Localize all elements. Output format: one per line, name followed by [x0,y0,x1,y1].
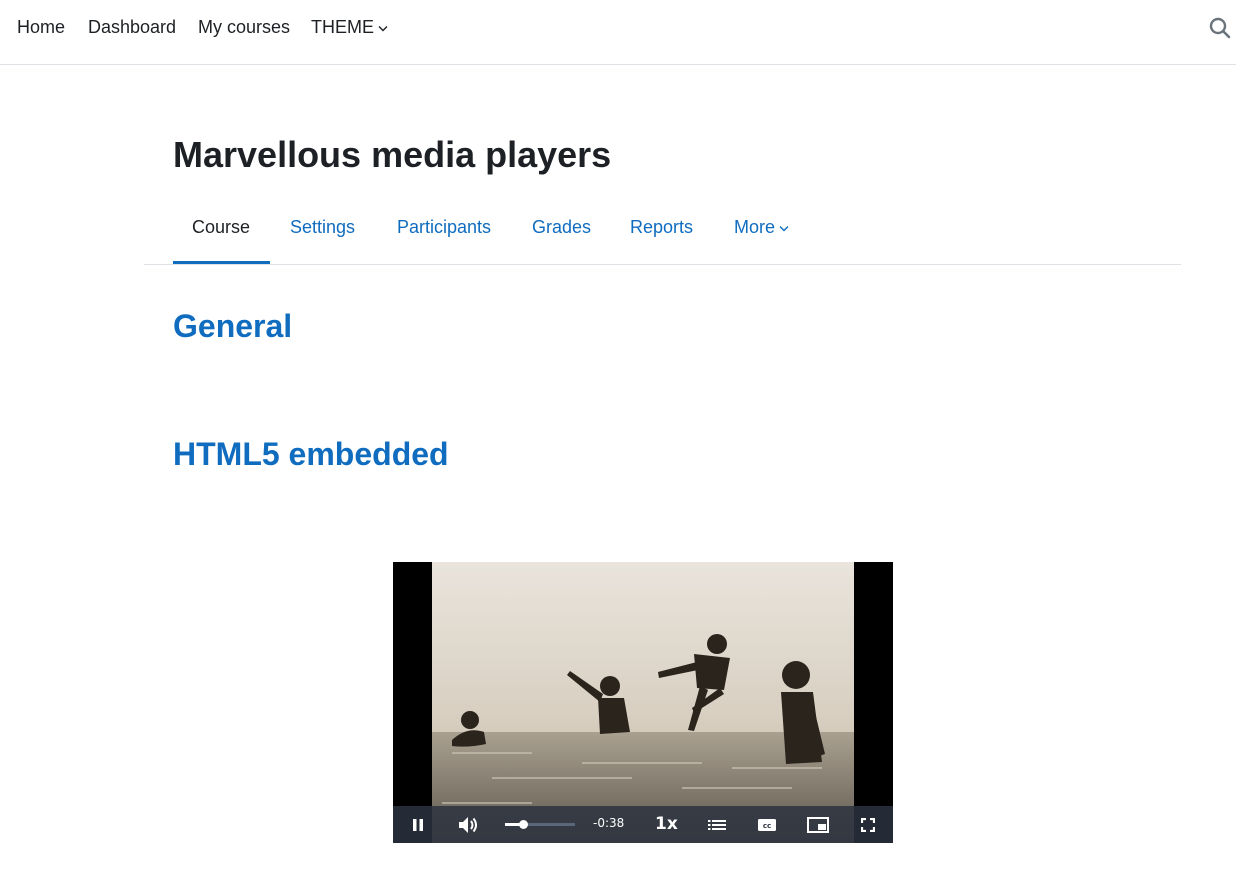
nav-dashboard-link[interactable]: Dashboard [88,17,176,37]
chevron-down-icon [779,225,789,232]
section-title-html5-embedded[interactable]: HTML5 embedded [173,435,449,473]
picture-in-picture-icon [807,816,829,833]
picture-in-picture-button[interactable] [806,812,830,837]
player-control-bar: -0:38 1x cc [393,806,893,843]
fullscreen-button[interactable] [857,812,879,837]
section-title-general[interactable]: General [173,307,292,345]
tab-grades[interactable]: Grades [532,216,591,238]
chapters-button[interactable] [706,812,728,837]
video-frame [432,562,854,843]
nav-home-link[interactable]: Home [17,17,65,37]
active-tab-indicator [173,261,270,264]
pause-icon [413,818,423,831]
video-player[interactable]: -0:38 1x cc [393,562,893,843]
volume-icon [459,816,477,833]
tab-more-label: More [734,217,776,237]
volume-handle[interactable] [519,820,528,829]
pause-button[interactable] [406,812,430,837]
top-navbar: Home Dashboard My courses THEME [0,0,1236,65]
chevron-down-icon [378,25,388,32]
page-title: Marvellous media players [173,134,612,175]
course-secondary-nav: Course Settings Participants Grades Repo… [144,200,1181,265]
chapters-icon [708,819,726,830]
tab-participants[interactable]: Participants [397,216,491,238]
playback-rate-button[interactable]: 1x [655,814,678,834]
fullscreen-icon [861,817,875,832]
tab-course[interactable]: Course [192,216,250,238]
time-remaining: -0:38 [593,816,625,830]
tab-settings[interactable]: Settings [290,216,355,238]
tab-more[interactable]: More [734,216,789,238]
captions-button[interactable]: cc [756,812,778,837]
volume-slider[interactable] [505,820,575,829]
nav-my-courses-link[interactable]: My courses [198,17,290,37]
search-button[interactable] [1208,16,1232,40]
mute-button[interactable] [455,812,481,837]
nav-theme-menu[interactable]: THEME [311,17,388,37]
captions-icon: cc [758,818,776,831]
nav-theme-label: THEME [311,17,374,37]
search-icon [1209,17,1231,39]
svg-text:cc: cc [763,822,771,830]
tab-reports[interactable]: Reports [630,216,693,238]
